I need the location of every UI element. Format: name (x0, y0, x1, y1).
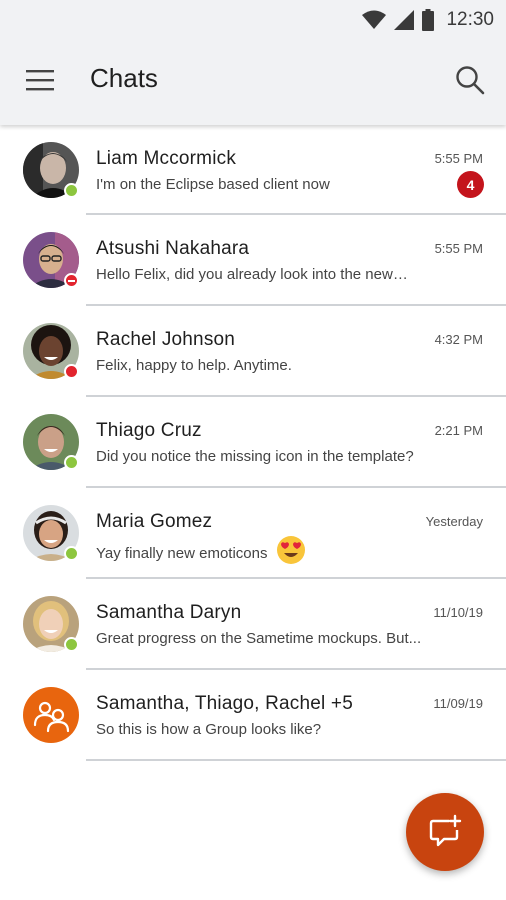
group-avatar (23, 687, 79, 743)
chat-list: Liam Mccormick 5:55 PM I'm on the Eclips… (0, 125, 506, 761)
message-preview: So this is how a Group looks like? (96, 721, 322, 738)
presence-available-indicator (64, 546, 79, 561)
message-time: 5:55 PM (434, 241, 483, 256)
chat-row[interactable]: Maria Gomez Yesterday Yay finally new em… (0, 488, 506, 579)
presence-available-indicator (64, 455, 79, 470)
presence-do-not-disturb-indicator (64, 273, 79, 288)
signal-icon (394, 10, 415, 30)
contact-name: Samantha, Thiago, Rachel +5 (96, 693, 353, 714)
message-time: 5:55 PM (434, 151, 483, 166)
unread-count-badge: 4 (457, 171, 484, 198)
chat-row[interactable]: Thiago Cruz 2:21 PM Did you notice the m… (0, 397, 506, 488)
message-preview: Did you notice the missing icon in the t… (96, 448, 414, 465)
chat-row[interactable]: Atsushi Nakahara 5:55 PM Hello Felix, di… (0, 215, 506, 306)
presence-available-indicator (64, 183, 79, 198)
message-time: 4:32 PM (434, 332, 483, 347)
presence-busy-indicator (64, 364, 79, 379)
page-title: Chats (90, 63, 158, 93)
contact-name: Atsushi Nakahara (96, 238, 250, 259)
heart-eyes-emoji (276, 536, 305, 564)
contact-name: Maria Gomez (96, 511, 213, 532)
new-chat-button[interactable] (406, 793, 484, 871)
contact-name: Samantha Daryn (96, 602, 242, 623)
message-preview: Hello Felix, did you already look into t… (96, 266, 408, 283)
status-bar: 12:30 (362, 8, 494, 32)
contact-name: Thiago Cruz (96, 420, 202, 441)
search-icon (456, 66, 485, 95)
chat-row[interactable]: Liam Mccormick 5:55 PM I'm on the Eclips… (0, 125, 506, 215)
message-time: 11/09/19 (433, 696, 483, 711)
presence-available-indicator (64, 637, 79, 652)
message-time: Yesterday (425, 514, 483, 529)
message-preview-text: Yay finally new emoticons (96, 544, 268, 562)
menu-button[interactable] (20, 60, 60, 100)
search-button[interactable] (450, 60, 490, 100)
chat-row[interactable]: Samantha, Thiago, Rachel +5 11/09/19 So … (0, 670, 506, 761)
top-bar: 12:30 Chats (0, 0, 506, 125)
chat-row[interactable]: Rachel Johnson 4:32 PM Felix, happy to h… (0, 306, 506, 397)
message-preview: Felix, happy to help. Anytime. (96, 357, 292, 374)
battery-icon (422, 9, 435, 31)
contact-name: Rachel Johnson (96, 329, 236, 350)
chat-row[interactable]: Samantha Daryn 11/10/19 Great progress o… (0, 579, 506, 670)
status-time: 12:30 (446, 9, 494, 30)
contact-name: Liam Mccormick (96, 148, 237, 169)
row-divider (86, 759, 506, 761)
menu-icon (26, 70, 54, 91)
message-time: 2:21 PM (434, 423, 483, 438)
message-preview: Yay finally new emoticons (96, 536, 306, 569)
wifi-icon (362, 10, 387, 29)
group-icon (33, 701, 70, 733)
message-preview: Great progress on the Sametime mockups. … (96, 630, 422, 647)
message-preview: I'm on the Eclipse based client now (96, 176, 330, 193)
message-time: 11/10/19 (433, 605, 483, 620)
new-chat-icon (429, 814, 462, 847)
